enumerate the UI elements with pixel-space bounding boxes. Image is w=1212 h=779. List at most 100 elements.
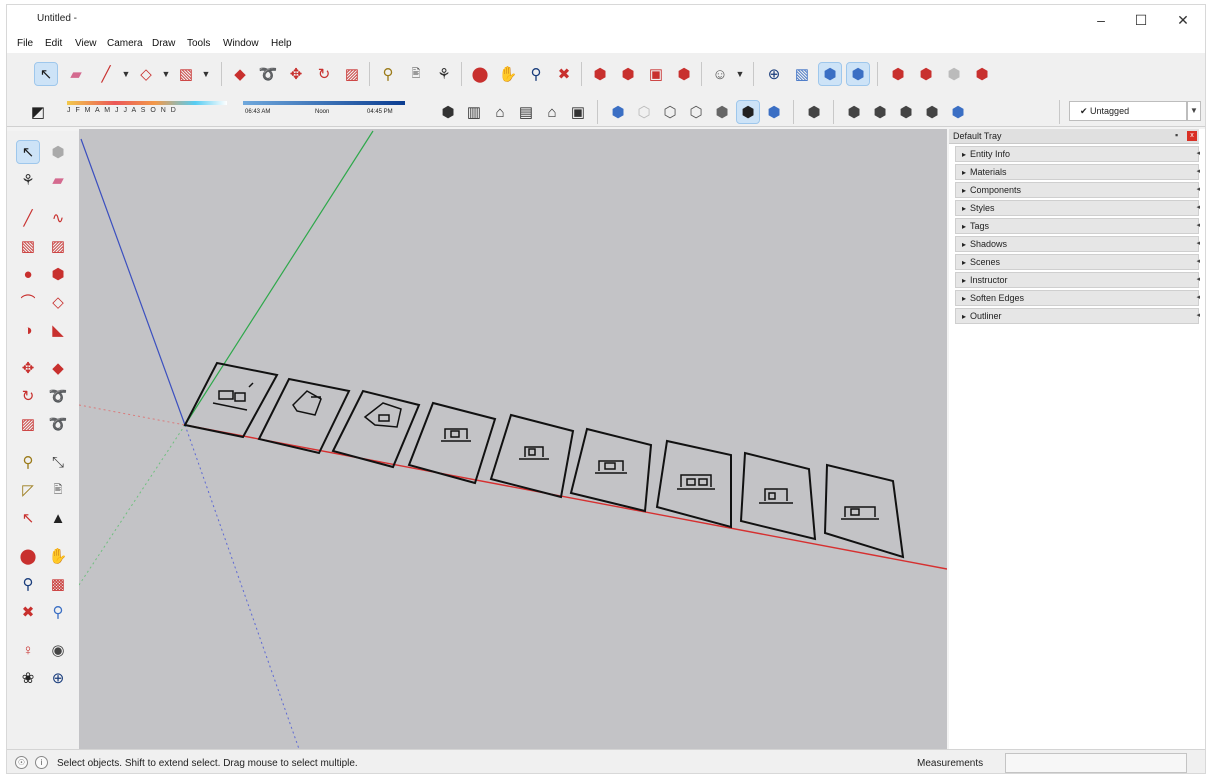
instructor-info-icon[interactable]: i [35,756,48,769]
position-camera-icon[interactable]: ⊕ [763,63,785,85]
menu-draw[interactable]: Draw [152,38,175,49]
solid-subtract-icon[interactable]: ⬢ [971,63,993,85]
hidden-line-icon[interactable]: ⬡ [685,101,707,123]
orbit-tool-icon[interactable]: ⬤ [17,545,39,567]
section-plane-icon[interactable]: ▧ [791,63,813,85]
eraser-icon[interactable]: ▰ [65,63,87,85]
iso-view-icon[interactable]: ⬢ [437,101,459,123]
top-view-icon[interactable]: ▥ [463,101,485,123]
left-view-icon[interactable]: ▣ [567,101,589,123]
menu-camera[interactable]: Camera [107,38,143,49]
menu-edit[interactable]: Edit [45,38,62,49]
shape-rectangle-icon[interactable]: ▧ [175,63,197,85]
xray-icon[interactable]: ⬢ [607,101,629,123]
component-icon[interactable]: ⬢ [803,101,825,123]
shadows-toggle-icon[interactable]: ◩ [27,101,49,123]
tag-select[interactable]: ✔ Untagged [1069,101,1187,121]
line-pencil-icon[interactable]: ╱ [95,63,117,85]
tray-close-icon[interactable]: x [1187,131,1197,141]
account-icon[interactable]: ☺ [709,63,731,85]
drawing-viewport[interactable] [79,129,947,749]
follow-me-icon[interactable]: ➰ [257,63,279,85]
menu-window[interactable]: Window [223,38,259,49]
tray-pin-icon[interactable]: ▪ [1175,130,1178,140]
house-style-4-icon[interactable]: ⬢ [921,101,943,123]
menu-view[interactable]: View [75,38,97,49]
polygon-tool-icon[interactable]: ⬢ [47,263,69,285]
follow-me-tool-icon[interactable]: ➰ [47,385,69,407]
account-dropdown-icon[interactable]: ▼ [731,65,749,83]
select-tool-icon[interactable]: ↖ [16,140,40,164]
panel-scenes[interactable]: Scenes ◂ [955,254,1200,270]
make-component-icon[interactable]: ⬢ [47,141,69,163]
back-view-icon[interactable]: ⌂ [541,101,563,123]
zoom-extents-icon[interactable]: ✖ [553,63,575,85]
tape-measure-tool-icon[interactable]: ⚲ [17,451,39,473]
close-button[interactable]: ✕ [1163,9,1203,31]
tape-measure-icon[interactable]: ⚲ [377,63,399,85]
maximize-button[interactable]: ☐ [1121,9,1161,31]
panel-tags[interactable]: Tags ◂ [955,218,1200,234]
front-view-icon[interactable]: ⌂ [489,101,511,123]
pie-tool-icon[interactable]: ◣ [47,319,69,341]
panel-outliner[interactable]: Outliner ◂ [955,308,1200,324]
menu-help[interactable]: Help [271,38,292,49]
display-section-cuts-icon[interactable]: ⬢ [846,62,870,86]
scale-icon[interactable]: ▨ [341,63,363,85]
push-pull-icon[interactable]: ◆ [229,63,251,85]
zoom-tool-icon[interactable]: ⚲ [17,573,39,595]
wireframe-icon[interactable]: ⬡ [659,101,681,123]
arc-dropdown-icon[interactable]: ▼ [157,65,175,83]
solid-intersect-icon[interactable]: ⬢ [915,63,937,85]
panel-shadows[interactable]: Shadows ◂ [955,236,1200,252]
line-dropdown-icon[interactable]: ▼ [117,65,135,83]
push-pull-tool-icon[interactable]: ◆ [47,357,69,379]
panel-styles[interactable]: Styles ◂ [955,200,1200,216]
rotate-tool-icon[interactable]: ↻ [17,385,39,407]
minimize-button[interactable]: – [1081,9,1121,31]
arc-tool-icon[interactable]: ⌒ [17,291,39,313]
solid-union-icon[interactable]: ⬢ [943,63,965,85]
dimension-tool-icon[interactable]: ⤡ [47,451,69,473]
back-edges-icon[interactable]: ⬡ [633,101,655,123]
panel-materials[interactable]: Materials ◂ [955,164,1200,180]
rotate-icon[interactable]: ↻ [313,63,335,85]
freehand-tool-icon[interactable]: ∿ [47,207,69,229]
text-label-tool-icon[interactable]: 🖹 [47,479,69,501]
circle-tool-icon[interactable]: ● [17,263,39,285]
panel-soften-edges[interactable]: Soften Edges ◂ [955,290,1200,306]
zoom-window-tool-icon[interactable]: ▩ [47,573,69,595]
move-icon[interactable]: ✥ [285,63,307,85]
rectangle-tool-icon[interactable]: ▧ [17,235,39,257]
three-point-arc-icon[interactable]: ◑ [17,319,39,341]
shape-dropdown-icon[interactable]: ▼ [197,65,215,83]
extension-warehouse-icon[interactable]: ⬢ [673,63,695,85]
zoom-extents-tool-icon[interactable]: ✖ [17,601,39,623]
paint-bucket-icon[interactable]: ⚘ [433,63,455,85]
display-section-planes-icon[interactable]: ⬢ [818,62,842,86]
section-plane-tool-icon[interactable]: ⊕ [47,667,69,689]
3d-text-tool-icon[interactable]: ▲ [47,507,69,529]
rotated-rectangle-icon[interactable]: ▨ [47,235,69,257]
eraser-tool-icon[interactable]: ▰ [47,169,69,191]
house-style-2-icon[interactable]: ⬢ [869,101,891,123]
protractor-tool-icon[interactable]: ◸ [17,479,39,501]
right-view-icon[interactable]: ▤ [515,101,537,123]
tag-dropdown-arrow-icon[interactable]: ▼ [1187,101,1201,121]
paint-bucket-tool-icon[interactable]: ⚘ [17,169,39,191]
shaded-icon[interactable]: ⬢ [711,101,733,123]
shadow-time-slider[interactable]: 06:43 AM Noon 04:45 PM [243,99,405,121]
two-point-arc-icon[interactable]: ◇ [47,291,69,313]
offset-tool-icon[interactable]: ➰ [47,413,69,435]
menu-tools[interactable]: Tools [187,38,210,49]
pan-tool-icon[interactable]: ✋ [47,545,69,567]
axes-tool-icon[interactable]: ↖ [17,507,39,529]
geo-location-icon[interactable]: ☉ [15,756,28,769]
monochrome-icon[interactable]: ⬢ [763,101,785,123]
house-style-5-icon[interactable]: ⬢ [947,101,969,123]
panel-entity-info[interactable]: Entity Info ◂ [955,146,1200,162]
shaded-textures-icon[interactable]: ⬢ [736,100,760,124]
look-around-tool-icon[interactable]: ◉ [47,639,69,661]
pan-hand-icon[interactable]: ✋ [497,63,519,85]
solid-outer-shell-icon[interactable]: ⬢ [887,63,909,85]
